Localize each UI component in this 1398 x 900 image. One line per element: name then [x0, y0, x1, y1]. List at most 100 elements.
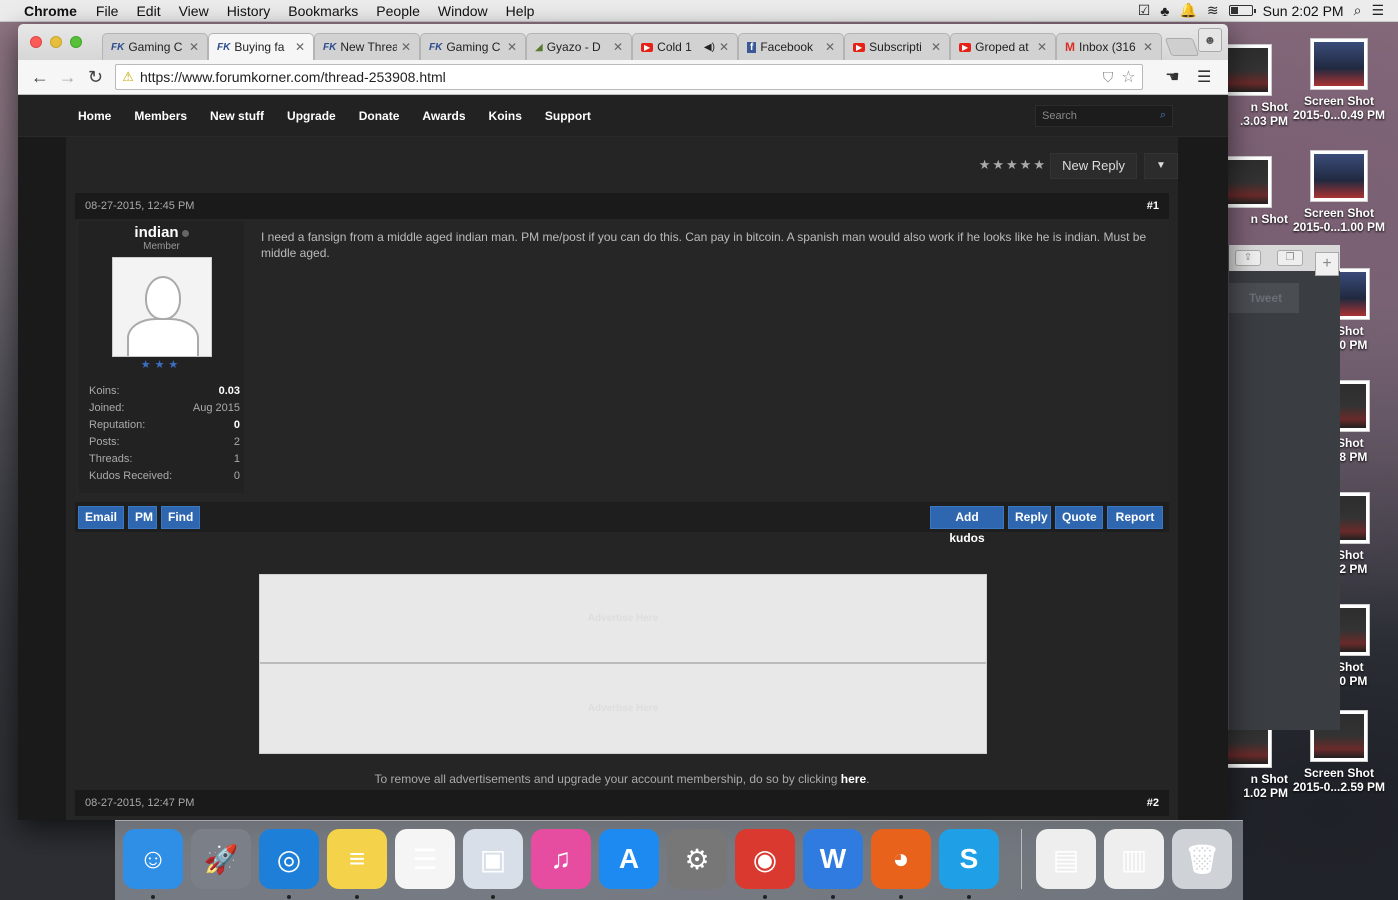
reload-icon[interactable]: ↻ — [82, 67, 110, 88]
url-text[interactable]: https://www.forumkorner.com/thread-25390… — [140, 69, 1103, 85]
close-tab-icon[interactable]: ✕ — [1037, 40, 1047, 54]
email-button[interactable]: Email — [78, 506, 124, 529]
ad-slot-bottom[interactable]: Advertise Here — [260, 664, 986, 753]
site-search-input[interactable]: Search ⌕ — [1035, 104, 1173, 127]
stat-value[interactable]: 0 — [234, 419, 240, 436]
share-icon[interactable]: ⇪ — [1235, 250, 1261, 266]
close-window-icon[interactable] — [30, 36, 42, 48]
close-tab-icon[interactable]: ✕ — [401, 40, 411, 54]
search-icon[interactable]: ⌕ — [1160, 109, 1166, 122]
duplicate-icon[interactable]: ❐ — [1277, 250, 1303, 266]
browser-tab[interactable]: FK Gaming C ✕ — [420, 33, 526, 60]
spotlight-search-icon[interactable]: ⌕ — [1354, 2, 1362, 19]
desktop-file-icon[interactable]: Screen Shot 2015-0...0.49 PM — [1289, 38, 1389, 122]
chrome-icon[interactable]: ◉ — [735, 829, 795, 899]
safari-icon[interactable]: ◎ — [259, 829, 319, 899]
trash-icon[interactable]: 🗑 — [1172, 829, 1232, 889]
nav-members[interactable]: Members — [134, 109, 187, 123]
avatar[interactable] — [111, 257, 212, 357]
browser-tab-active[interactable]: FK Buying fa ✕ — [208, 33, 314, 60]
ad-slot-top[interactable]: Advertise Here — [260, 575, 986, 664]
speaker-icon[interactable]: ◀) — [704, 42, 715, 53]
nav-koins[interactable]: Koins — [489, 109, 522, 123]
preview-icon[interactable]: ▣ — [463, 829, 523, 899]
post-number[interactable]: #1 — [1147, 200, 1159, 212]
system-preferences-icon[interactable]: ⚙ — [667, 829, 727, 889]
notification-bell-icon[interactable]: 🔔 — [1179, 2, 1196, 19]
remove-ads-link[interactable]: here — [841, 772, 866, 786]
profile-icon[interactable]: ☻ — [1198, 28, 1222, 52]
menu-edit[interactable]: Edit — [127, 3, 169, 19]
browser-tab[interactable]: ▶ Cold 1 ◀) ✕ — [632, 33, 738, 60]
nav-awards[interactable]: Awards — [422, 109, 465, 123]
word-icon[interactable]: W — [803, 829, 863, 899]
close-tab-icon[interactable]: ✕ — [295, 40, 305, 54]
document-stack-icon[interactable]: ▤ — [1036, 829, 1096, 889]
checkmark-status-icon[interactable]: ☑ — [1138, 2, 1151, 19]
close-tab-icon[interactable]: ✕ — [931, 40, 941, 54]
new-reply-button[interactable]: New Reply — [1050, 153, 1137, 179]
launchpad-icon[interactable]: 🚀 — [191, 829, 251, 889]
add-kudos-button[interactable]: Add kudos — [930, 506, 1004, 545]
thread-rating-stars[interactable]: ★★★★★ — [979, 157, 1047, 173]
menu-clock[interactable]: Sun 2:02 PM — [1263, 3, 1344, 19]
itunes-icon[interactable]: ♫ — [531, 829, 591, 889]
author-username[interactable]: indian — [134, 224, 178, 241]
minimize-window-icon[interactable] — [50, 36, 62, 48]
nav-upgrade[interactable]: Upgrade — [287, 109, 336, 123]
pm-button[interactable]: PM — [128, 506, 157, 529]
forward-arrow-icon[interactable]: → — [54, 67, 82, 88]
post-number[interactable]: #2 — [1147, 797, 1159, 809]
browser-tab[interactable]: ◢ Gyazo - D ✕ — [526, 33, 632, 60]
menu-window[interactable]: Window — [429, 3, 497, 19]
back-arrow-icon[interactable]: ← — [26, 67, 54, 88]
finder-icon[interactable]: ☺ — [123, 829, 183, 899]
advertisement-block[interactable]: Advertise Here Advertise Here — [259, 574, 987, 754]
close-tab-icon[interactable]: ✕ — [719, 40, 729, 54]
report-button[interactable]: Report — [1107, 506, 1163, 529]
close-tab-icon[interactable]: ✕ — [825, 40, 835, 54]
menu-app-name[interactable]: Chrome — [12, 3, 87, 19]
nav-support[interactable]: Support — [545, 109, 591, 123]
quote-button[interactable]: Quote — [1055, 506, 1103, 529]
nav-new-stuff[interactable]: New stuff — [210, 109, 264, 123]
reply-button[interactable]: Reply — [1008, 506, 1051, 529]
browser-tab[interactable]: FK Gaming C ✕ — [102, 33, 208, 60]
shield-icon[interactable]: ⛉ — [1103, 69, 1114, 86]
close-tab-icon[interactable]: ✕ — [507, 40, 517, 54]
menu-people[interactable]: People — [367, 3, 429, 19]
notes-icon[interactable]: ≡ — [327, 829, 387, 899]
battery-icon[interactable] — [1228, 5, 1256, 16]
tweet-button[interactable]: Tweet — [1229, 283, 1299, 313]
zoom-window-icon[interactable] — [70, 36, 82, 48]
browser-tab[interactable]: M Inbox (316 ✕ — [1056, 33, 1162, 60]
browser-tab[interactable]: ▶ Groped at ✕ — [950, 33, 1056, 60]
firefox-icon[interactable]: ◕ — [871, 829, 931, 899]
browser-tab[interactable]: f Facebook ✕ — [738, 33, 844, 60]
chevron-down-icon[interactable]: ▼ — [1144, 153, 1178, 179]
add-icon[interactable]: + — [1315, 252, 1339, 276]
desktop-file-icon[interactable]: Screen Shot 2015-0...1.00 PM — [1289, 150, 1389, 234]
extension-icon[interactable]: ☚ — [1157, 67, 1189, 87]
menu-view[interactable]: View — [170, 3, 218, 19]
chrome-menu-icon[interactable]: ☰ — [1188, 67, 1220, 87]
menu-history[interactable]: History — [218, 3, 280, 19]
skype-icon[interactable]: S — [939, 829, 999, 899]
address-bar[interactable]: ⚠ https://www.forumkorner.com/thread-253… — [115, 64, 1143, 90]
document-icon[interactable]: ▥ — [1104, 829, 1164, 889]
wifi-icon[interactable]: ≋ — [1207, 2, 1219, 19]
close-tab-icon[interactable]: ✕ — [613, 40, 623, 54]
nav-home[interactable]: Home — [78, 109, 111, 123]
new-tab-button[interactable] — [1164, 38, 1200, 56]
menu-file[interactable]: File — [87, 3, 128, 19]
browser-tab[interactable]: FK New Threa ✕ — [314, 33, 420, 60]
evernote-status-icon[interactable]: ♣ — [1160, 3, 1169, 19]
bookmark-star-icon[interactable]: ☆ — [1121, 67, 1135, 87]
nav-donate[interactable]: Donate — [359, 109, 400, 123]
app-store-icon[interactable]: A — [599, 829, 659, 889]
insecure-warning-icon[interactable]: ⚠ — [122, 69, 134, 85]
reminders-icon[interactable]: ☰ — [395, 829, 455, 889]
close-tab-icon[interactable]: ✕ — [1143, 40, 1153, 54]
notification-center-icon[interactable]: ☰ — [1371, 2, 1384, 19]
close-tab-icon[interactable]: ✕ — [189, 40, 199, 54]
